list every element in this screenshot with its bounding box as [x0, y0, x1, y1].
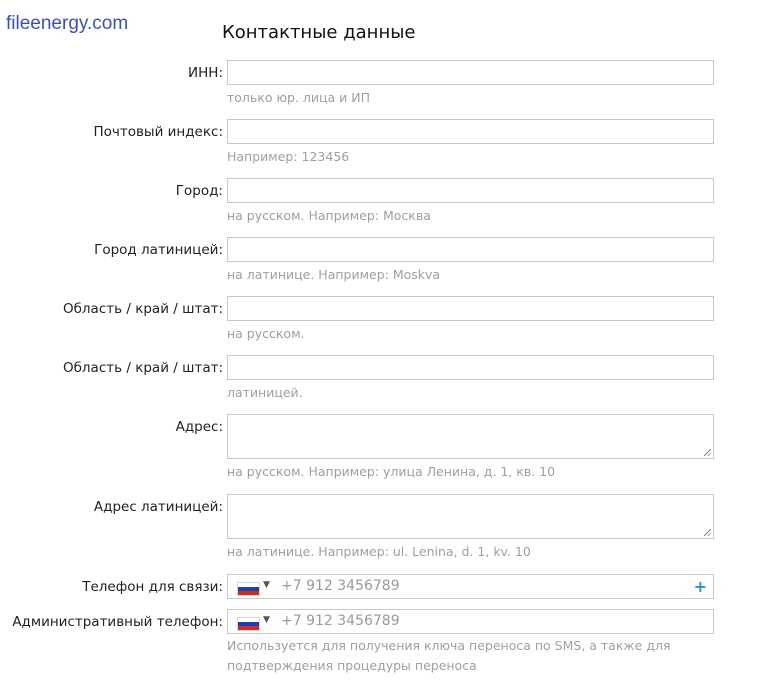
section-title: Контактные данные	[222, 22, 416, 43]
inn-input[interactable]	[227, 60, 714, 85]
inn-hint: только юр. лица и ИП	[227, 90, 370, 105]
region-latin-input[interactable]	[227, 355, 714, 380]
city-input[interactable]	[227, 178, 714, 203]
region-latin-label: Область / край / штат:	[62, 360, 223, 376]
resize-grip-icon[interactable]	[704, 529, 711, 536]
chevron-down-icon[interactable]: ▼	[263, 580, 270, 590]
russia-flag-icon[interactable]	[237, 617, 260, 631]
address-hint: на русском. Например: улица Ленина, д. 1…	[227, 464, 556, 479]
contact-phone-placeholder: +7 912 3456789	[281, 578, 400, 594]
resize-grip-icon[interactable]	[704, 449, 711, 456]
postal-hint: Например: 123456	[227, 149, 350, 164]
region-latin-hint: латиницей.	[227, 385, 303, 400]
city-label: Город:	[175, 183, 223, 199]
admin-phone-placeholder: +7 912 3456789	[281, 613, 400, 629]
contact-phone-label: Телефон для связи:	[82, 579, 223, 595]
admin-phone-input[interactable]: ▼ +7 912 3456789	[227, 609, 714, 634]
admin-phone-hint-line1: Используется для получения ключа перенос…	[227, 638, 671, 653]
address-textarea[interactable]	[227, 414, 714, 459]
russia-flag-icon[interactable]	[237, 582, 260, 596]
site-logo: fileenergy.com	[6, 13, 129, 34]
address-latin-textarea[interactable]	[227, 494, 714, 539]
admin-phone-label: Административный телефон:	[12, 614, 223, 630]
postal-code-input[interactable]	[227, 119, 714, 144]
city-latin-label: Город латиницей:	[94, 242, 223, 258]
city-hint: на русском. Например: Москва	[227, 208, 431, 223]
city-latin-hint: на латинице. Например: Moskva	[227, 267, 441, 282]
contact-phone-input[interactable]: ▼ +7 912 3456789 +	[227, 574, 714, 599]
address-label: Адрес:	[175, 419, 223, 435]
address-latin-label: Адрес латиницей:	[93, 499, 223, 515]
city-latin-input[interactable]	[227, 237, 714, 262]
add-phone-icon[interactable]: +	[694, 577, 707, 596]
inn-label: ИНН:	[188, 65, 223, 81]
address-latin-hint: на латинице. Например: ul. Lenina, d. 1,…	[227, 544, 531, 559]
chevron-down-icon[interactable]: ▼	[263, 615, 270, 625]
region-input[interactable]	[227, 296, 714, 321]
region-label: Область / край / штат:	[62, 301, 223, 317]
region-hint: на русском.	[227, 326, 305, 341]
admin-phone-hint-line2: подтверждения процедуры переноса	[227, 658, 477, 673]
postal-label: Почтовый индекс:	[93, 124, 223, 140]
